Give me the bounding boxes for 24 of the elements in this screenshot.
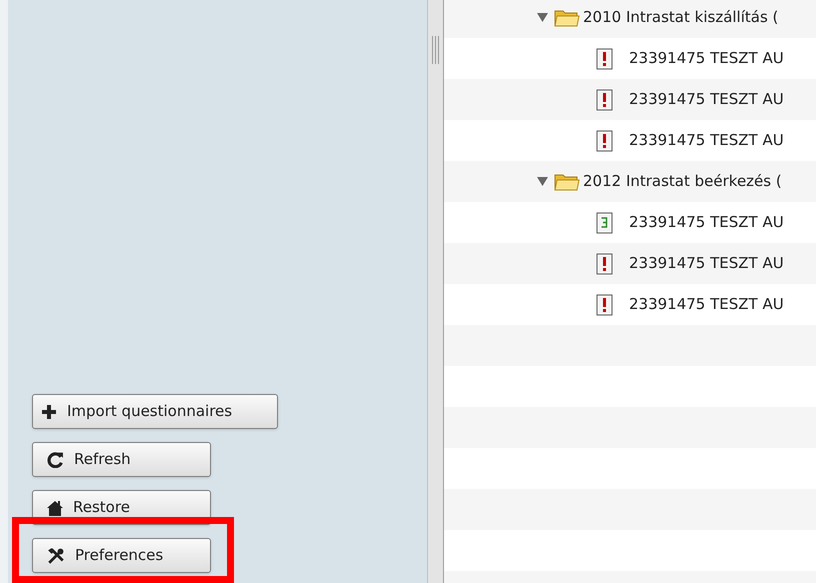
folder-icon (554, 8, 580, 28)
expand-arrow-icon[interactable] (537, 176, 548, 187)
folder-label[interactable]: 2012 Intrastat beérkezés ( (583, 170, 782, 193)
tools-icon (47, 546, 65, 564)
sidebar-button[interactable]: Import questionnaires (32, 394, 278, 429)
folder-label[interactable]: 2010 Intrastat kiszállítás ( (583, 6, 778, 29)
questionnaire-label[interactable]: 23391475 TESZT AU (629, 293, 784, 316)
questionnaire-label[interactable]: 23391475 TESZT AU (629, 252, 784, 275)
questionnaire-label[interactable]: 23391475 TESZT AU (629, 129, 784, 152)
sidebar-button[interactable]: Refresh (32, 442, 211, 477)
plus-icon (41, 404, 57, 420)
tree-row[interactable]: 2012 Intrastat beérkezés ( (444, 161, 816, 202)
sidebar-button[interactable]: Preferences (32, 538, 211, 573)
tree-row[interactable]: 23391475 TESZT AU (444, 243, 816, 284)
tree-row[interactable]: 2010 Intrastat kiszállítás ( (444, 0, 816, 38)
questionnaire-label[interactable]: 23391475 TESZT AU (629, 211, 784, 234)
questionnaire-label[interactable]: 23391475 TESZT AU (629, 88, 784, 111)
refresh-icon (47, 451, 64, 468)
folder-icon (554, 172, 580, 192)
grip-icon (432, 36, 439, 64)
house-icon (47, 500, 63, 516)
tree-row[interactable]: 23391475 TESZT AU (444, 79, 816, 120)
questionnaire-label[interactable]: 23391475 TESZT AU (629, 47, 784, 70)
expand-arrow-icon[interactable] (537, 12, 548, 23)
